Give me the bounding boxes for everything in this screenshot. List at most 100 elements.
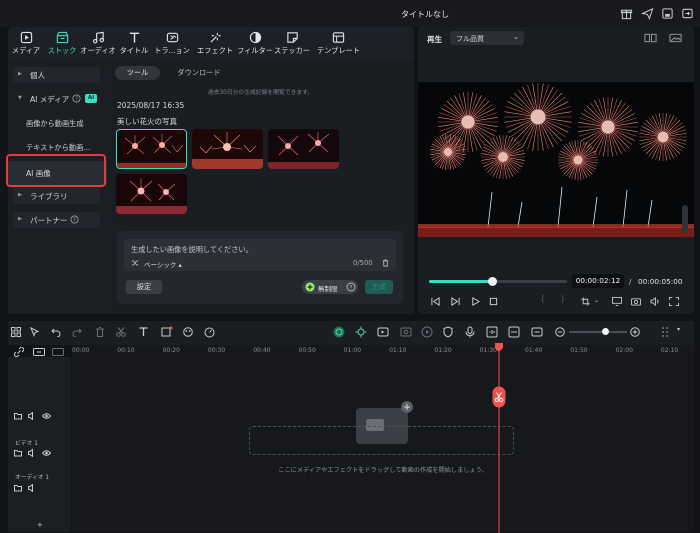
sidebar-subitem-text-to-video[interactable]: テキストから動画... xyxy=(26,143,90,153)
zoom-out-icon[interactable] xyxy=(555,327,565,337)
settings-button[interactable]: 設定 xyxy=(126,280,162,294)
tab-title[interactable]: タイトル xyxy=(116,27,152,60)
speaker-icon[interactable] xyxy=(28,449,36,457)
select-pointer-icon[interactable] xyxy=(30,327,40,337)
playback-progress-track[interactable] xyxy=(429,277,567,286)
voiceover-icon[interactable] xyxy=(486,326,498,338)
help-icon[interactable]: ? xyxy=(72,94,81,103)
preview-canvas[interactable] xyxy=(418,82,694,237)
chevron-down-icon[interactable]: ▾ xyxy=(677,326,680,333)
music-note-icon xyxy=(92,31,104,44)
add-track-icon[interactable] xyxy=(33,348,45,356)
export-icon[interactable] xyxy=(681,7,694,20)
image-icon[interactable] xyxy=(669,33,682,43)
tab-filter[interactable]: フィルター xyxy=(237,27,273,60)
prompt-input[interactable]: 生成したい画像を説明してください。 xyxy=(131,245,253,255)
redo-icon[interactable] xyxy=(72,327,82,337)
generate-button[interactable]: 生成 xyxy=(365,280,393,294)
shuffle-icon[interactable] xyxy=(131,259,139,267)
monitor-icon[interactable] xyxy=(612,297,622,306)
link-icon[interactable] xyxy=(14,347,24,357)
snap-icon[interactable] xyxy=(531,326,543,338)
speaker-icon[interactable] xyxy=(28,412,36,420)
sidebar-item-ai-media[interactable]: ▼ AI メディア ? AI xyxy=(13,91,100,107)
audio-stretch-icon[interactable] xyxy=(508,326,520,338)
playhead[interactable] xyxy=(494,343,504,533)
layout-grid-icon[interactable] xyxy=(11,327,21,337)
tab-tools[interactable]: ツール xyxy=(115,66,160,80)
microphone-icon[interactable] xyxy=(465,326,475,338)
scissors-icon[interactable] xyxy=(116,327,126,337)
tab-stock[interactable]: ストック xyxy=(44,27,80,60)
snapshot-camera-icon[interactable] xyxy=(631,297,641,306)
tab-sticker[interactable]: ステッカー xyxy=(274,27,310,60)
folder-icon[interactable] xyxy=(14,412,22,420)
generated-image-4[interactable] xyxy=(116,174,187,214)
tab-audio[interactable]: オーディオ xyxy=(80,27,116,60)
folder-icon[interactable] xyxy=(14,484,22,492)
fullscreen-icon[interactable] xyxy=(669,297,679,306)
speed-icon[interactable] xyxy=(204,327,215,338)
tab-effect[interactable]: エフェクト xyxy=(197,27,233,60)
timeline-ruler[interactable]: 00:00 00:10 00:20 00:30 00:40 00:50 01:00 01:10… xyxy=(72,345,694,357)
eye-icon[interactable] xyxy=(42,412,51,420)
prev-frame-icon[interactable] xyxy=(431,297,440,306)
delete-icon[interactable] xyxy=(95,327,105,337)
tab-transition[interactable]: トラ...ョン xyxy=(154,27,190,60)
undo-icon[interactable] xyxy=(51,327,61,337)
generated-image-2[interactable] xyxy=(192,129,263,169)
unlimited-button[interactable]: 無制限 ? xyxy=(302,280,358,294)
track-manager-icon[interactable] xyxy=(52,348,64,356)
playback-progress-fill xyxy=(429,280,493,283)
help-icon[interactable]: ? xyxy=(70,215,79,224)
chevron-down-icon[interactable]: ⌄ xyxy=(594,297,599,304)
play-circle-icon[interactable] xyxy=(421,326,433,338)
screen-record-icon[interactable] xyxy=(400,326,412,338)
volume-icon[interactable] xyxy=(650,297,660,306)
mark-in-icon[interactable]: ⟨ xyxy=(541,295,545,305)
compare-icon[interactable] xyxy=(644,33,657,43)
trash-icon[interactable] xyxy=(382,259,389,267)
drop-zone[interactable] xyxy=(249,426,514,455)
tab-media[interactable]: メディア xyxy=(8,27,44,60)
shield-icon[interactable] xyxy=(443,326,453,338)
zoom-in-icon[interactable] xyxy=(630,327,640,337)
style-selector[interactable]: ベーシック ▴ xyxy=(144,259,182,269)
play-icon[interactable] xyxy=(471,297,480,306)
quality-dropdown[interactable]: フル品質 ⌄ xyxy=(450,31,524,45)
generated-image-1[interactable] xyxy=(116,129,187,169)
next-frame-icon[interactable] xyxy=(451,297,460,306)
playback-scrubber[interactable] xyxy=(487,277,497,286)
render-preview-icon[interactable] xyxy=(377,326,389,338)
folder-icon[interactable] xyxy=(14,449,22,457)
gift-icon[interactable] xyxy=(620,7,633,20)
sidebar-subitem-image-to-video[interactable]: 画像から動画生成 xyxy=(26,119,84,129)
ai-assistant-icon[interactable] xyxy=(333,326,345,338)
speaker-icon[interactable] xyxy=(28,484,36,492)
crop-icon[interactable] xyxy=(581,297,590,306)
tab-download[interactable]: ダウンロード xyxy=(169,66,229,80)
grip-handle-icon[interactable] xyxy=(661,326,669,338)
color-palette-icon[interactable] xyxy=(183,327,193,337)
stop-icon[interactable] xyxy=(489,297,498,306)
sidebar-item-personal[interactable]: ▶ 個人 xyxy=(13,67,100,83)
eye-icon[interactable] xyxy=(42,449,51,457)
sparkle-settings-icon[interactable] xyxy=(355,326,367,338)
tab-template[interactable]: テンプレート xyxy=(317,27,360,60)
prompt-input-area[interactable]: 生成したい画像を説明してください。 ベーシック ▴ 0/500 xyxy=(124,239,396,271)
mark-out-icon[interactable]: ⟩ xyxy=(561,295,565,305)
text-tool-icon[interactable] xyxy=(138,326,150,338)
timeline-area[interactable]: ここにメディアやエフェクトをドラッグして動画の作成を開始しましょう。 xyxy=(72,357,694,532)
split-scissors-icon[interactable] xyxy=(492,386,506,408)
zoom-slider-knob[interactable] xyxy=(602,328,609,335)
add-track-plus-icon[interactable]: + xyxy=(37,521,43,529)
svg-text:?: ? xyxy=(349,284,352,291)
generated-image-3[interactable] xyxy=(268,129,339,169)
sidebar-item-partner[interactable]: ▶ パートナー ? xyxy=(13,212,100,228)
preview-scrollbar[interactable] xyxy=(682,205,688,233)
crop-rect-icon[interactable] xyxy=(161,326,173,338)
save-icon[interactable] xyxy=(661,7,674,20)
sidebar-item-library[interactable]: ▶ ライブラリ xyxy=(13,188,100,204)
zoom-slider-track[interactable] xyxy=(569,328,627,335)
send-icon[interactable] xyxy=(641,7,654,20)
